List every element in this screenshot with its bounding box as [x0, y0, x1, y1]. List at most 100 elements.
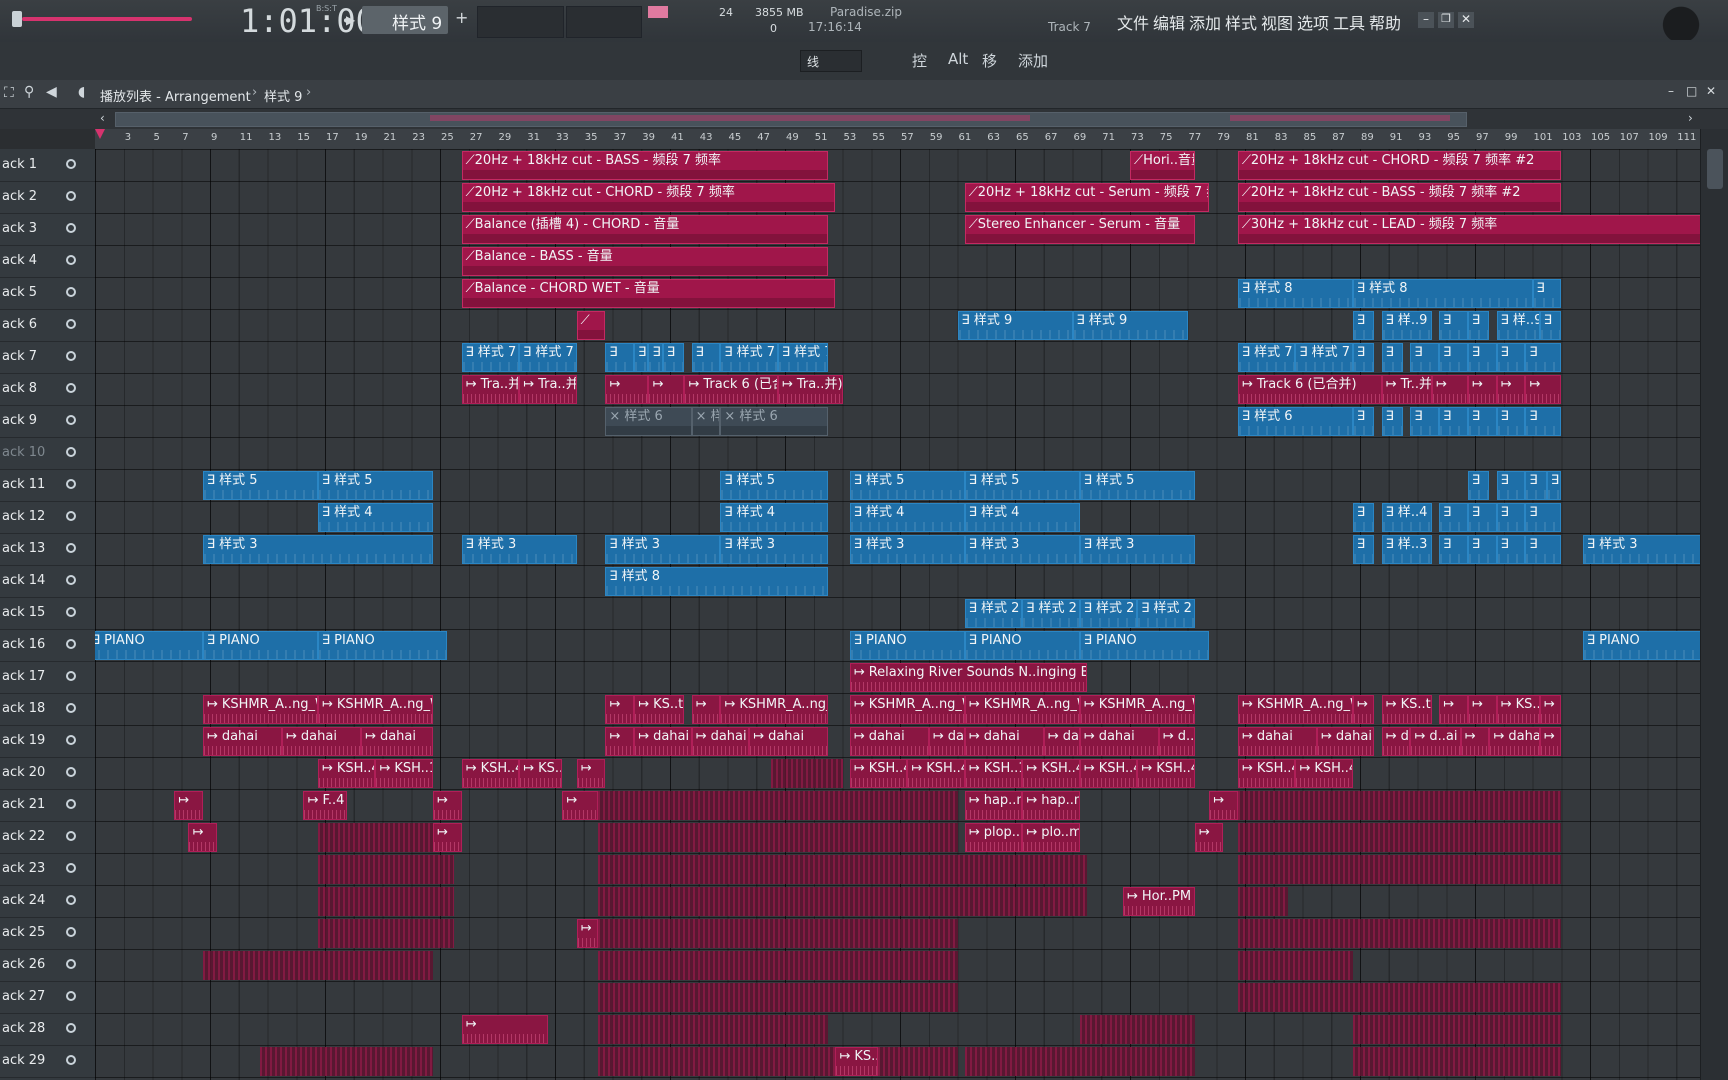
restore-icon[interactable]: ❐ [1438, 12, 1454, 28]
audio-clip[interactable]: ↦ [1539, 727, 1562, 756]
audio-slices[interactable] [317, 887, 455, 916]
audio-clip[interactable]: ↦ KS..1 [835, 1047, 879, 1076]
vertical-scroll-thumb[interactable] [1707, 149, 1723, 189]
track-header[interactable]: ack 25 [0, 917, 95, 950]
track-mute-icon[interactable] [66, 223, 76, 233]
audio-clip[interactable]: ↦ dah [1043, 727, 1080, 756]
pattern-clip[interactable]: ∃ [1467, 535, 1497, 564]
audio-clip[interactable]: ↦ dahai [281, 727, 361, 756]
audio-clip[interactable]: ↦ hap..m) [1022, 791, 1080, 820]
audio-clip[interactable]: ↦ [432, 791, 462, 820]
audio-clip[interactable]: ↦ Tra..并) [519, 375, 577, 404]
audio-clip[interactable]: ↦ [1467, 695, 1497, 724]
pattern-clip[interactable]: × 样式 6 [605, 407, 692, 436]
audio-slices[interactable] [1237, 855, 1562, 884]
audio-slices[interactable] [317, 823, 433, 852]
audio-slices[interactable] [317, 919, 455, 948]
scroll-right-icon[interactable]: › [1688, 111, 1693, 125]
audio-clip[interactable]: ↦ dahai [1079, 727, 1159, 756]
audio-clip[interactable]: ↦ dahai [202, 727, 282, 756]
pattern-clip[interactable]: ∃ PIANO [1582, 631, 1700, 660]
audio-clip[interactable]: ↦ dahai [749, 727, 829, 756]
pattern-clip[interactable]: ∃ [1467, 503, 1497, 532]
pattern-clip[interactable]: ∃ 样式 6 [1237, 407, 1353, 436]
audio-clip[interactable]: ↦ KSH..140 [375, 759, 433, 788]
automation-clip[interactable]: ⟋20Hz + 18kHz cut - CHORD - 频段 7 频率 [461, 183, 836, 212]
pattern-clip[interactable]: ∃ [1410, 407, 1440, 436]
track-header[interactable]: ack 6 [0, 309, 95, 342]
pattern-clip[interactable]: ∃ [1467, 471, 1490, 500]
audio-slices[interactable] [598, 855, 1087, 884]
scroll-left-icon[interactable]: ‹ [100, 111, 105, 125]
audio-clip[interactable]: ↦ [461, 1015, 548, 1044]
pattern-clip[interactable]: ∃ [1352, 311, 1375, 340]
pattern-clip[interactable]: ∃ [1352, 343, 1375, 372]
pattern-clip[interactable]: ∃ [1439, 407, 1468, 436]
audio-clip[interactable]: ↦ [691, 695, 721, 724]
audio-clip[interactable]: ↦ dahai [360, 727, 433, 756]
pattern-clip[interactable]: ∃ [1381, 407, 1404, 436]
audio-slices[interactable] [1079, 1015, 1195, 1044]
pattern-clip[interactable]: ∃ [1439, 311, 1468, 340]
pattern-clip[interactable]: ∃ [1525, 503, 1562, 532]
audio-slices[interactable] [260, 1047, 433, 1076]
pattern-clip[interactable]: ∃ [1352, 535, 1375, 564]
pattern-clip[interactable]: ∃ 样式 3 [849, 535, 965, 564]
audio-clip[interactable]: ↦ [648, 375, 685, 404]
menu-item[interactable]: 工具 [1333, 10, 1365, 34]
timeline-ruler[interactable]: 3 5 7 9 11 13 15 17 19 21 23 25 27 29 31 33 35 37 39 41 43 45… [95, 129, 1700, 150]
track-header[interactable]: ack 21 [0, 789, 95, 822]
pattern-clip[interactable]: ∃ 样..9 [1381, 311, 1432, 340]
pattern-clip[interactable]: ∃ 样式 4 [317, 503, 433, 532]
pattern-clip[interactable]: ∃ PIANO [317, 631, 448, 660]
audio-slices[interactable] [598, 1047, 958, 1076]
audio-clip[interactable]: ↦ KSH..40 [1237, 759, 1296, 788]
track-header[interactable]: ack 9 [0, 405, 95, 438]
audio-clip[interactable]: ↦ F..4 [303, 791, 347, 820]
audio-clip[interactable]: ↦ [432, 823, 462, 852]
audio-clip[interactable]: ↦ [1352, 695, 1375, 724]
audio-slices[interactable] [598, 1015, 829, 1044]
pattern-clip[interactable]: ∃ 样..4 [1381, 503, 1432, 532]
track-header[interactable]: ack 24 [0, 885, 95, 918]
pattern-clip[interactable]: ∃ 样式 8 [1237, 279, 1353, 308]
track-mute-icon[interactable] [66, 735, 76, 745]
audio-clip[interactable]: ↦ [188, 823, 218, 852]
track-mute-icon[interactable] [66, 767, 76, 777]
pattern-clip[interactable]: ∃ [1496, 503, 1526, 532]
audio-clip[interactable]: ↦ [1496, 375, 1526, 404]
track-mute-icon[interactable] [66, 1023, 76, 1033]
pattern-clip[interactable]: ∃ 样式 3 [964, 535, 1080, 564]
audio-clip[interactable]: ↦ KS..0 [519, 759, 563, 788]
pattern-clip[interactable]: ∃ 样式 3 [461, 535, 577, 564]
pattern-clip[interactable]: ∃ 样式 7 [519, 343, 577, 372]
track-header[interactable]: ack 16 [0, 629, 95, 662]
menu-item[interactable]: 文件 [1117, 10, 1149, 34]
audio-clip[interactable]: ↦ Relaxing River Sounds N..inging Birds … [849, 663, 1087, 692]
automation-clip[interactable]: ⟋Stereo Enhancer - Serum - 音量 [964, 215, 1195, 244]
audio-clip[interactable]: ↦ KSH..140 [964, 759, 1023, 788]
audio-clip[interactable]: ↦ KS..ter [1381, 695, 1432, 724]
track-mute-icon[interactable] [66, 191, 76, 201]
audio-slices[interactable] [1237, 887, 1289, 916]
speaker-icon[interactable]: ◀ [46, 84, 57, 100]
track-mute-icon[interactable] [66, 863, 76, 873]
volume-knob-icon[interactable] [12, 11, 22, 27]
pattern-clip[interactable]: ∃ 样式 3 [202, 535, 433, 564]
pattern-clip[interactable]: ∃ [1439, 343, 1468, 372]
audio-clip[interactable]: ↦ [1439, 695, 1468, 724]
audio-clip[interactable]: ↦ [576, 759, 606, 788]
audio-clip[interactable]: ↦ KSHMR_A..ng_Water [964, 695, 1080, 724]
audio-clip[interactable]: ↦ [1460, 727, 1490, 756]
track-header[interactable]: ack 15 [0, 597, 95, 630]
current-pattern-label[interactable]: 样式 9 [264, 86, 302, 105]
pattern-clip[interactable]: ∃ 样式 3 [605, 535, 721, 564]
track-header[interactable]: ack 1 [0, 149, 95, 182]
pattern-clip[interactable]: ∃ PIANO [964, 631, 1080, 660]
pattern-clip[interactable]: ∃ [1525, 535, 1562, 564]
track-header[interactable]: ack 5 [0, 277, 95, 310]
pattern-clip[interactable]: ∃ [1496, 535, 1526, 564]
pattern-clip[interactable]: ∃ 样式 4 [964, 503, 1080, 532]
track-mute-icon[interactable] [66, 639, 76, 649]
audio-slices[interactable] [1352, 1047, 1562, 1076]
